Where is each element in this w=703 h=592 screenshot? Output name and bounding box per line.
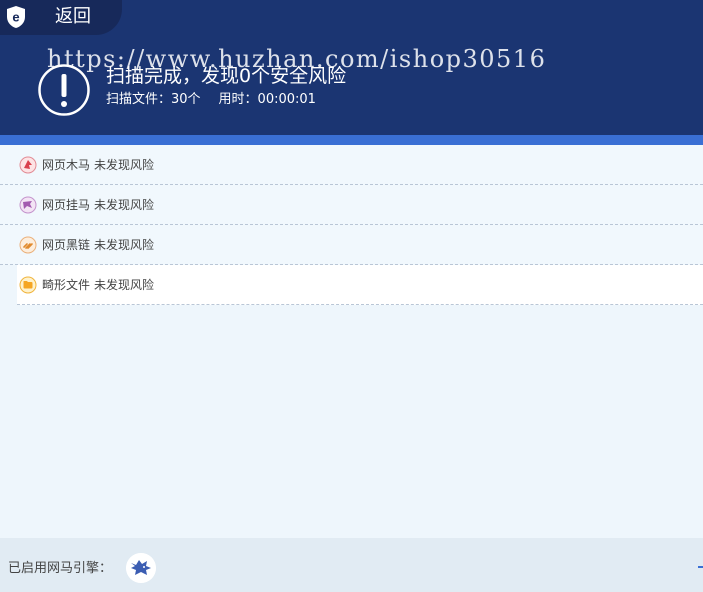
engine-wolf-icon[interactable]: [126, 553, 156, 583]
shield-e-icon: e: [7, 6, 25, 28]
scan-result-title: 扫描完成，发现0个安全风险: [106, 65, 347, 87]
scan-header: e 返回 https://www.huzhan.com/ishop30516 扫…: [0, 0, 703, 135]
trojan-icon: [19, 156, 37, 173]
scanned-files-count: 扫描文件：30个: [106, 92, 201, 107]
hanging-horse-icon: [19, 196, 37, 213]
exclamation-circle-icon: [38, 64, 90, 116]
footer-edge-link[interactable]: [698, 566, 703, 568]
list-item: 网页黑链 未发现风险: [0, 225, 703, 265]
scan-meta: 扫描文件：30个 用时：00:00:01: [106, 91, 334, 109]
malformed-file-icon: [19, 276, 37, 293]
scan-result-list: 网页木马 未发现风险 网页挂马 未发现风险 网页黑链 未发现风险 畸形文件 未发现风险: [0, 145, 703, 305]
svg-text:e: e: [12, 10, 19, 25]
list-item-text: 网页黑链 未发现风险: [42, 237, 155, 252]
list-item: 网页挂马 未发现风险: [0, 185, 703, 225]
list-item: 网页木马 未发现风险: [0, 145, 703, 185]
scan-progress-bar: [0, 135, 703, 145]
list-item: 畸形文件 未发现风险: [17, 265, 703, 305]
back-label: 返回: [55, 6, 91, 27]
list-item-text: 畸形文件 未发现风险: [42, 277, 155, 292]
list-item-text: 网页挂马 未发现风险: [42, 197, 155, 212]
scan-duration: 用时：00:00:01: [218, 92, 316, 107]
list-item-text: 网页木马 未发现风险: [42, 157, 155, 172]
black-link-icon: [19, 236, 37, 253]
engine-label: 已启用网马引擎：: [8, 561, 113, 576]
engine-footer: 已启用网马引擎：: [0, 538, 703, 592]
back-button[interactable]: e 返回: [0, 0, 122, 35]
